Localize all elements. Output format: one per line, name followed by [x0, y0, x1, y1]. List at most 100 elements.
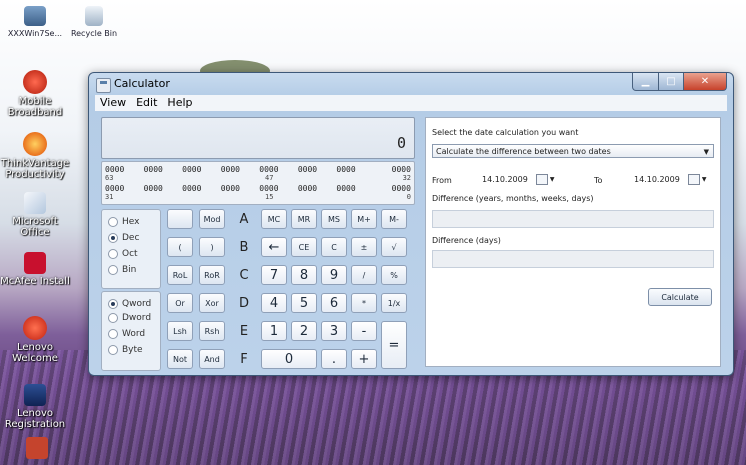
- difference-label: Difference (years, months, weeks, days): [432, 194, 594, 203]
- desktop-icon-thinkvantage[interactable]: ThinkVantage Productivity: [0, 132, 70, 180]
- hex-c-button[interactable]: C: [231, 265, 257, 285]
- desktop-icon-lenovo-welcome[interactable]: Lenovo Welcome: [0, 316, 70, 364]
- minimize-button[interactable]: ▁: [632, 73, 659, 91]
- xor-button[interactable]: Xor: [199, 293, 225, 313]
- bit-index: 63: [105, 174, 114, 182]
- digit-2-button[interactable]: 2: [291, 321, 317, 341]
- pdf-desktop-icon[interactable]: [26, 437, 48, 459]
- hex-f-button[interactable]: F: [231, 349, 257, 369]
- radio-byte[interactable]: Byte: [108, 344, 143, 356]
- menu-view[interactable]: View: [95, 95, 131, 111]
- memory-clear-button[interactable]: MC: [261, 209, 287, 229]
- date-calc-mode-select[interactable]: Calculate the difference between two dat…: [432, 144, 714, 158]
- radio-dword[interactable]: Dword: [108, 312, 151, 324]
- caption-buttons: ▁ □ ✕: [632, 73, 727, 91]
- digit-7-button[interactable]: 7: [261, 265, 287, 285]
- to-label: To: [594, 176, 603, 185]
- digit-0-button[interactable]: 0: [261, 349, 317, 369]
- close-button[interactable]: ✕: [684, 73, 727, 91]
- decimal-button[interactable]: .: [321, 349, 347, 369]
- lenovo-welcome-icon: [23, 316, 47, 340]
- bit-row-high: 0000 0000 0000 0000 0000 0000 0000 0000: [105, 165, 411, 174]
- desktop-icon-label: Lenovo Welcome: [12, 342, 58, 364]
- memory-recall-button[interactable]: MR: [291, 209, 317, 229]
- rotate-right-button[interactable]: RoR: [199, 265, 225, 285]
- bit-group: 0000: [143, 184, 163, 193]
- minus-button[interactable]: -: [351, 321, 377, 341]
- title-bar[interactable]: Calculator ▁ □ ✕: [89, 73, 733, 95]
- memory-add-button[interactable]: M+: [351, 209, 377, 229]
- display-value: 0: [396, 134, 406, 152]
- desktop-icon-mcafee[interactable]: McAfee Install: [0, 252, 70, 287]
- and-button[interactable]: And: [199, 349, 225, 369]
- digit-3-button[interactable]: 3: [321, 321, 347, 341]
- bit-group: 0000: [143, 165, 163, 174]
- multiply-button[interactable]: *: [351, 293, 377, 313]
- equals-button[interactable]: =: [381, 321, 407, 369]
- radio-indicator: [108, 345, 118, 355]
- desktop-icon-office[interactable]: Microsoft Office: [0, 192, 70, 238]
- percent-button[interactable]: %: [381, 265, 407, 285]
- bit-group: 0000: [105, 165, 125, 174]
- hex-b-button[interactable]: B: [231, 237, 257, 257]
- close-paren-button[interactable]: ): [199, 237, 225, 257]
- digit-4-button[interactable]: 4: [261, 293, 287, 313]
- digit-9-button[interactable]: 9: [321, 265, 347, 285]
- memory-subtract-button[interactable]: M-: [381, 209, 407, 229]
- radio-qword[interactable]: Qword: [108, 298, 151, 310]
- open-paren-button[interactable]: (: [167, 237, 193, 257]
- right-shift-button[interactable]: Rsh: [199, 321, 225, 341]
- desktop-icon-recycle-bin[interactable]: Recycle Bin: [64, 6, 124, 39]
- maximize-button[interactable]: □: [659, 73, 684, 91]
- bit-index-row-high: 63 47 32: [105, 174, 411, 183]
- calendar-icon[interactable]: [535, 173, 548, 185]
- divide-button[interactable]: /: [351, 265, 377, 285]
- bit-group: 0000: [182, 165, 202, 174]
- square-root-button[interactable]: √: [381, 237, 407, 257]
- digit-1-button[interactable]: 1: [261, 321, 287, 341]
- to-date-picker[interactable]: 14.10.2009 ▼: [634, 172, 706, 186]
- radio-label: Bin: [122, 265, 137, 275]
- mobile-broadband-icon: [23, 70, 47, 94]
- reciprocal-button[interactable]: 1/x: [381, 293, 407, 313]
- desktop-icon-label: Microsoft Office: [12, 216, 58, 238]
- menu-help[interactable]: Help: [162, 95, 197, 111]
- radio-dec[interactable]: Dec: [108, 232, 139, 244]
- digit-8-button[interactable]: 8: [291, 265, 317, 285]
- or-button[interactable]: Or: [167, 293, 193, 313]
- calculate-button[interactable]: Calculate: [648, 288, 712, 306]
- bit-index: 0: [406, 193, 411, 201]
- rotate-left-button[interactable]: RoL: [167, 265, 193, 285]
- desktop-icon-computer[interactable]: XXXWin7Se...: [0, 6, 70, 39]
- mod-button[interactable]: Mod: [199, 209, 225, 229]
- plus-button[interactable]: +: [351, 349, 377, 369]
- bit-index: 32: [402, 174, 411, 182]
- hex-e-button[interactable]: E: [231, 321, 257, 341]
- hex-d-button[interactable]: D: [231, 293, 257, 313]
- radio-word[interactable]: Word: [108, 328, 145, 340]
- radio-hex[interactable]: Hex: [108, 216, 139, 228]
- radio-label: Byte: [122, 345, 143, 355]
- from-date-picker[interactable]: 14.10.2009 ▼: [482, 172, 554, 186]
- not-button[interactable]: Not: [167, 349, 193, 369]
- clear-button[interactable]: C: [321, 237, 347, 257]
- plus-minus-button[interactable]: ±: [351, 237, 377, 257]
- clear-entry-button[interactable]: CE: [291, 237, 317, 257]
- desktop-icon-lenovo-registration[interactable]: Lenovo Registration: [0, 384, 70, 430]
- difference-days-label: Difference (days): [432, 236, 501, 245]
- radio-label: Oct: [122, 249, 138, 259]
- maximize-icon: □: [666, 76, 676, 87]
- calendar-icon[interactable]: [687, 173, 700, 185]
- backspace-button[interactable]: ←: [261, 237, 287, 257]
- left-shift-button[interactable]: Lsh: [167, 321, 193, 341]
- hex-a-button[interactable]: A: [231, 209, 257, 229]
- desktop-icon-mobile-broadband[interactable]: Mobile Broadband: [0, 70, 70, 118]
- digit-5-button[interactable]: 5: [291, 293, 317, 313]
- desktop-icon-label: Lenovo Registration: [4, 408, 66, 430]
- radio-oct[interactable]: Oct: [108, 248, 138, 260]
- radio-bin[interactable]: Bin: [108, 264, 136, 276]
- memory-store-button[interactable]: MS: [321, 209, 347, 229]
- digit-6-button[interactable]: 6: [321, 293, 347, 313]
- menu-edit[interactable]: Edit: [131, 95, 162, 111]
- desktop-icon-label: XXXWin7Se...: [7, 29, 63, 38]
